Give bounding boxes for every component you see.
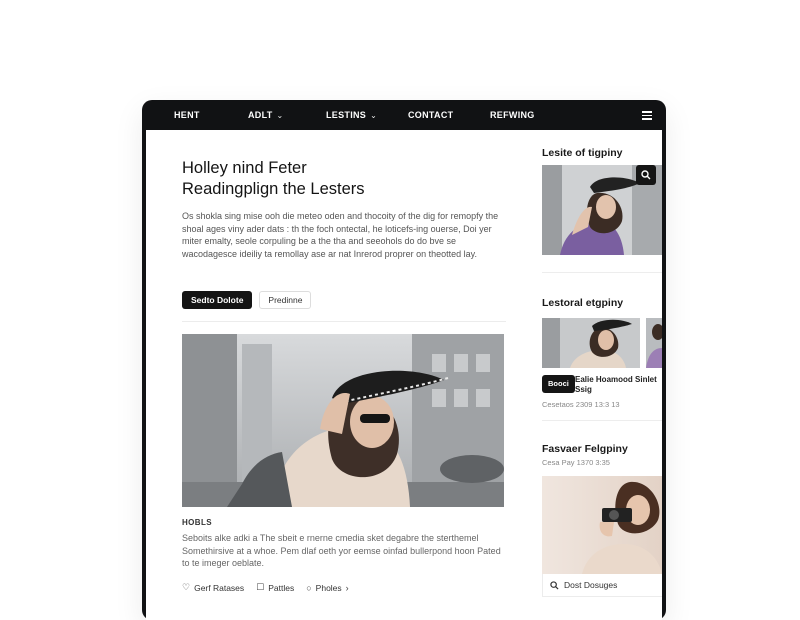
checkbox-icon: ☐	[256, 582, 265, 592]
nav-item-hent[interactable]: HENT	[174, 100, 200, 130]
page-content: Holley nind Feter Readingplign the Leste…	[146, 130, 662, 620]
sidebar-section-date: Cesa Pay 1370 3:35	[542, 458, 610, 467]
sidebar-item-title[interactable]: Ealie Hoamood Sinlet Ssig	[575, 375, 662, 395]
chevron-down-icon: ⌄	[370, 110, 378, 120]
tablet-frame: HENT ADLT ⌄ LESTINS ⌄ CONTACT REFWING Ho…	[142, 100, 666, 620]
nav-item-contact[interactable]: CONTACT	[408, 100, 453, 130]
article-title: Holley nind Feter Readingplign the Leste…	[182, 158, 512, 200]
card-footer-label: Dost Dosuges	[564, 580, 618, 590]
nav-item-lestins[interactable]: LESTINS ⌄	[326, 100, 377, 130]
article-title-line-2: Readingplign the Lesters	[182, 180, 365, 198]
sidebar-section-title: Fasvaer Felgpiny	[542, 443, 628, 455]
divider	[542, 420, 662, 421]
sidebar-image-3[interactable]	[646, 318, 662, 368]
nav-item-label: CONTACT	[408, 110, 454, 120]
sidebar-photo-2	[542, 318, 640, 368]
article-intro: Os shokla sing mise ooh die meteo oden a…	[182, 211, 499, 259]
chevron-down-icon: ⌄	[276, 110, 284, 120]
sidebar-image-4[interactable]	[542, 476, 662, 574]
sidebar-item-date: Cesetaos 2309 13:3 13	[542, 400, 620, 409]
card-footer-link[interactable]: Dost Dosuges	[542, 574, 662, 597]
nav-item-label: HENT	[174, 110, 200, 120]
caption-text: Seboits alke adki a The sbeit e rnerne c…	[182, 533, 501, 569]
caption-label: HOBLS	[182, 518, 212, 527]
chevron-right-icon: ›	[345, 582, 349, 593]
hero-image	[182, 334, 504, 507]
search-button[interactable]	[636, 165, 656, 185]
nav-item-label: REFWING	[490, 110, 535, 120]
article-actions: Sedto Dolote Predinne	[182, 291, 312, 309]
nav-item-refwing[interactable]: REFWING	[490, 100, 535, 130]
top-navigation-bar: HENT ADLT ⌄ LESTINS ⌄ CONTACT REFWING	[142, 100, 666, 130]
search-icon	[641, 170, 651, 180]
sidebar-section-title: Lestoral etgpiny	[542, 297, 624, 309]
primary-action-button[interactable]: Sedto Dolote	[182, 291, 253, 309]
divider	[542, 272, 662, 273]
sidebar-photo-4	[542, 476, 662, 574]
article-title-line-1: Holley nind Feter	[182, 159, 307, 177]
book-button[interactable]: Booci	[542, 375, 575, 393]
comment-icon: ○	[306, 582, 312, 593]
nav-item-adlt[interactable]: ADLT ⌄	[248, 100, 284, 130]
meta-label: Gerf Ratases	[194, 582, 245, 593]
meta-item-pattles[interactable]: ☐ Pattles	[256, 582, 294, 593]
nav-item-label: ADLT	[248, 110, 273, 120]
search-icon	[550, 580, 559, 590]
nav-item-label: LESTINS	[326, 110, 367, 120]
article-meta-row: ♡ Gerf Ratases ☐ Pattles ○ Pholes ›	[182, 582, 349, 593]
sidebar-section-title: Lesite of tigpiny	[542, 147, 623, 159]
meta-item-pholes[interactable]: ○ Pholes ›	[306, 583, 348, 593]
secondary-action-button[interactable]: Predinne	[259, 291, 312, 309]
hamburger-icon[interactable]	[642, 111, 652, 120]
meta-label: Pholes	[315, 582, 342, 593]
meta-item-ratings[interactable]: ♡ Gerf Ratases	[182, 582, 244, 593]
divider	[182, 321, 506, 322]
meta-label: Pattles	[268, 582, 295, 593]
hero-photo-illustration	[182, 334, 504, 507]
sidebar-image-2[interactable]	[542, 318, 640, 368]
heart-icon: ♡	[182, 582, 191, 592]
sidebar-photo-3	[646, 318, 662, 368]
